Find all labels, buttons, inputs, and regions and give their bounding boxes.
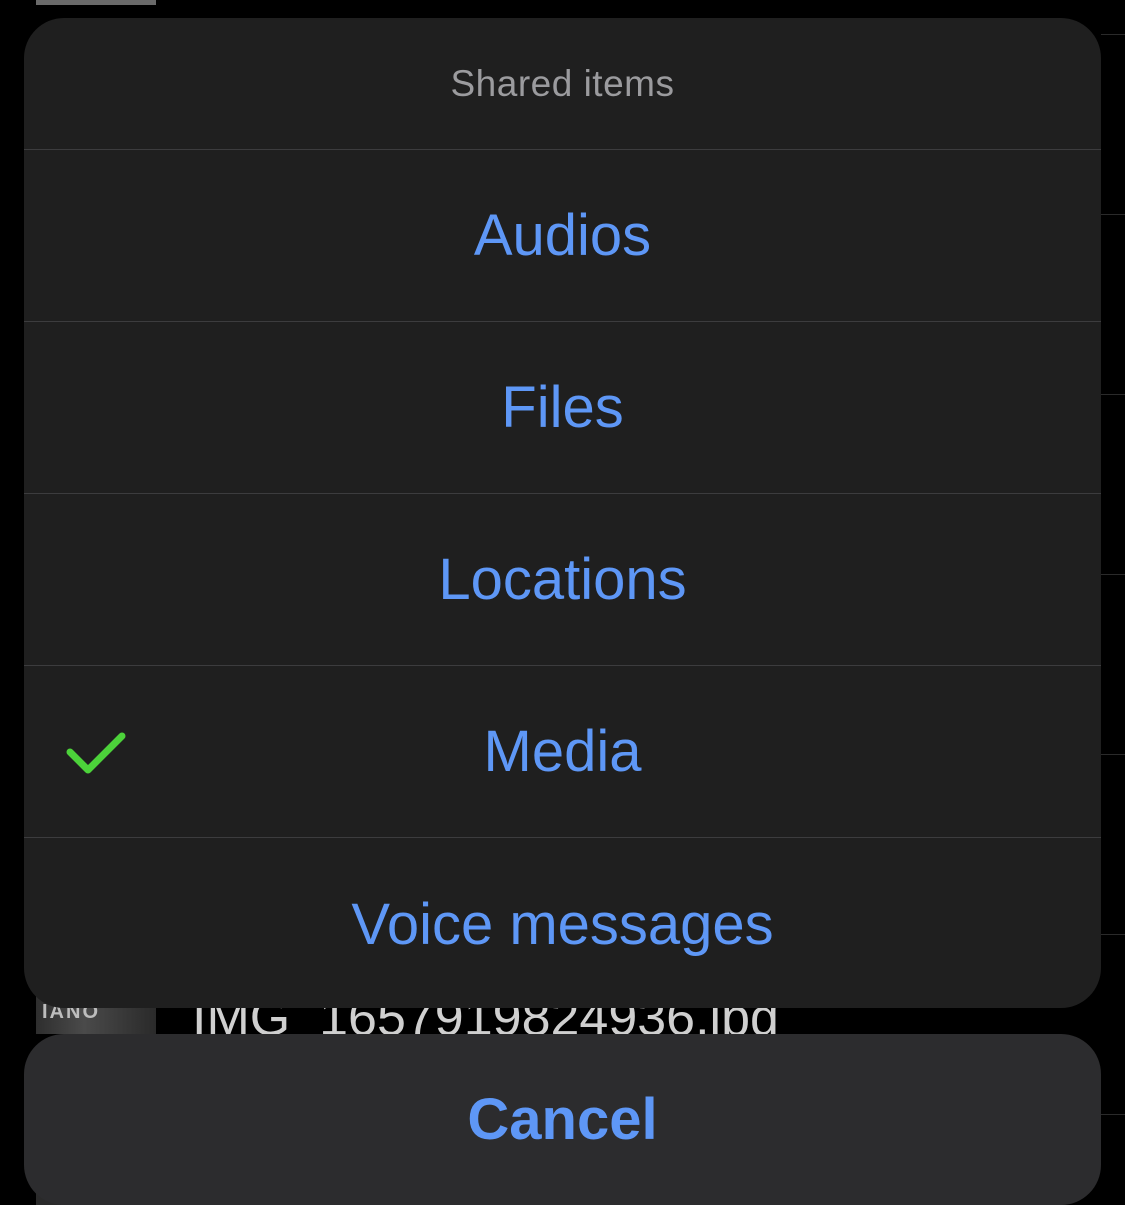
option-label: Voice messages [351, 891, 774, 957]
checkmark-icon [66, 732, 126, 773]
option-media[interactable]: Media [24, 666, 1101, 838]
screen: IANO IMG_1657919824936.jpg Shared items … [0, 0, 1125, 1205]
background-divider [1101, 34, 1125, 35]
background-divider [1101, 754, 1125, 755]
background-divider [1101, 394, 1125, 395]
background-thumbnail [36, 0, 156, 5]
option-label: Locations [438, 547, 687, 612]
background-divider [1101, 934, 1125, 935]
option-label: Audios [473, 203, 652, 268]
option-files[interactable]: Files [24, 322, 1101, 494]
background-divider [1101, 1114, 1125, 1115]
action-sheet-header: Shared items [24, 18, 1101, 150]
cancel-button[interactable]: Cancel [24, 1034, 1101, 1205]
shared-items-action-sheet: Shared items Audios Files Locations Medi… [24, 18, 1101, 1008]
action-sheet-title: Shared items [450, 62, 675, 104]
option-label: Media [483, 719, 642, 784]
background-divider [1101, 214, 1125, 215]
option-voice-messages[interactable]: Voice messages [24, 838, 1101, 1008]
cancel-button-label: Cancel [467, 1087, 658, 1152]
option-audios[interactable]: Audios [24, 150, 1101, 322]
background-divider [1101, 574, 1125, 575]
option-locations[interactable]: Locations [24, 494, 1101, 666]
option-label: Files [501, 375, 624, 440]
